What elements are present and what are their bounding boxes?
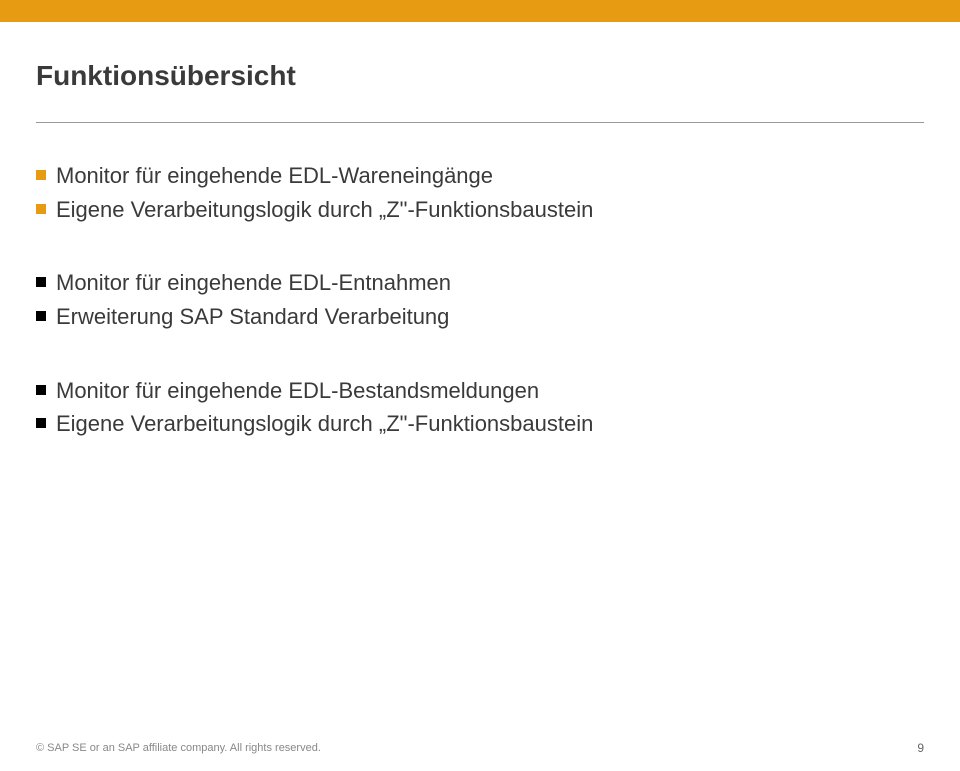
list-item: Monitor für eingehende EDL-Wareneingänge <box>36 161 924 191</box>
slide-footer: © SAP SE or an SAP affiliate company. Al… <box>36 741 924 755</box>
footer-copyright: © SAP SE or an SAP affiliate company. Al… <box>36 742 321 754</box>
bullet-text: Erweiterung SAP Standard Verarbeitung <box>56 302 449 332</box>
bullet-icon <box>36 170 46 180</box>
bullet-text: Eigene Verarbeitungslogik durch „Z"-Funk… <box>56 409 593 439</box>
title-divider <box>36 122 924 123</box>
list-item: Monitor für eingehende EDL-Entnahmen <box>36 268 924 298</box>
list-item: Eigene Verarbeitungslogik durch „Z"-Funk… <box>36 409 924 439</box>
bullet-group-2: Monitor für eingehende EDL-Entnahmen Erw… <box>36 268 924 331</box>
top-accent-bar <box>0 0 960 22</box>
bullet-text: Eigene Verarbeitungslogik durch „Z"-Funk… <box>56 195 593 225</box>
bullet-icon <box>36 204 46 214</box>
bullet-group-1: Monitor für eingehende EDL-Wareneingänge… <box>36 161 924 224</box>
bullet-text: Monitor für eingehende EDL-Bestandsmeldu… <box>56 376 539 406</box>
slide-content: Funktionsübersicht Monitor für eingehend… <box>0 22 960 439</box>
bullet-icon <box>36 385 46 395</box>
page-number: 9 <box>917 741 924 755</box>
list-item: Erweiterung SAP Standard Verarbeitung <box>36 302 924 332</box>
bullet-icon <box>36 277 46 287</box>
bullet-text: Monitor für eingehende EDL-Entnahmen <box>56 268 451 298</box>
bullet-icon <box>36 311 46 321</box>
page-title: Funktionsübersicht <box>36 60 924 92</box>
list-item: Eigene Verarbeitungslogik durch „Z"-Funk… <box>36 195 924 225</box>
bullet-group-3: Monitor für eingehende EDL-Bestandsmeldu… <box>36 376 924 439</box>
list-item: Monitor für eingehende EDL-Bestandsmeldu… <box>36 376 924 406</box>
bullet-icon <box>36 418 46 428</box>
bullet-text: Monitor für eingehende EDL-Wareneingänge <box>56 161 493 191</box>
